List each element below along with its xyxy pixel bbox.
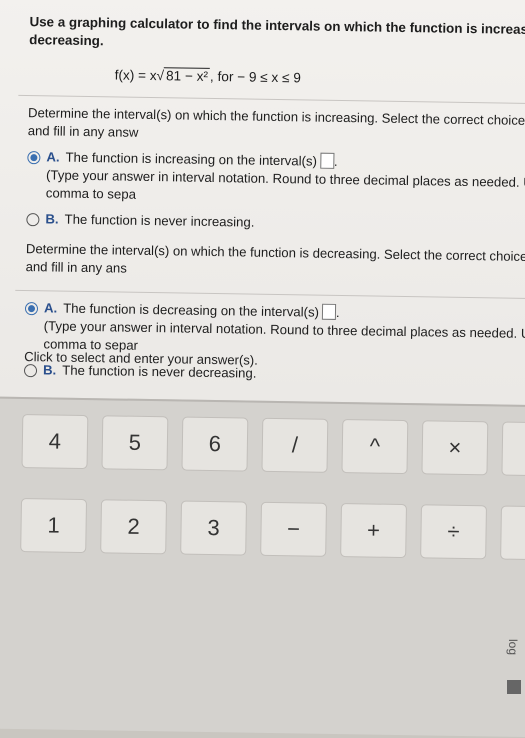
choice-text: The function is increasing on the interv… (65, 149, 318, 169)
key-less-than[interactable]: < (501, 506, 525, 560)
decreasing-instruction: Determine the interval(s) on which the f… (25, 241, 525, 276)
radio-icon-selected[interactable] (24, 302, 39, 316)
choice-letter: B. (42, 362, 57, 378)
increasing-instruction: Determine the interval(s) on which the f… (27, 105, 525, 140)
choice-text: The function is never increasing. (64, 211, 255, 230)
choice-text: The function is decreasing on the interv… (63, 300, 320, 320)
formula-prefix: f(x) = x (114, 67, 157, 84)
math-keypad: 4 5 6 / ^ × > 1 2 3 − + ÷ < (0, 396, 525, 738)
increasing-choice-a[interactable]: A. The function is increasing on the inte… (27, 148, 525, 210)
key-1[interactable]: 1 (21, 499, 87, 553)
divider (15, 289, 525, 300)
key-plus[interactable]: + (341, 504, 406, 558)
formula-radicand: 81 − x² (163, 67, 211, 84)
increasing-answer-box[interactable] (319, 152, 335, 169)
key-divide-slash[interactable]: / (262, 418, 328, 472)
decreasing-answer-box[interactable] (321, 303, 337, 320)
key-greater-than[interactable]: > (502, 422, 525, 476)
grid-icon[interactable] (507, 680, 521, 694)
log-key-label[interactable]: log (506, 639, 520, 655)
key-divide[interactable]: ÷ (421, 505, 486, 559)
key-6[interactable]: 6 (182, 417, 248, 471)
radio-icon[interactable] (23, 364, 38, 378)
radio-icon[interactable] (26, 213, 40, 227)
question-prompt: Use a graphing calculator to find the in… (29, 14, 525, 49)
key-2[interactable]: 2 (101, 500, 166, 554)
choice-letter: A. (46, 149, 60, 165)
question-screen: Use a graphing calculator to find the in… (0, 0, 525, 738)
question-panel: Use a graphing calculator to find the in… (15, 13, 525, 387)
key-minus[interactable]: − (261, 502, 326, 556)
choice-subtext: (Type your answer in interval notation. … (45, 167, 525, 202)
choice-letter: A. (43, 300, 58, 316)
key-5[interactable]: 5 (102, 416, 168, 470)
key-4[interactable]: 4 (22, 415, 88, 469)
choice-letter: B. (45, 211, 59, 227)
increasing-choice-b[interactable]: B. The function is never increasing. (26, 210, 525, 236)
key-multiply[interactable]: × (422, 421, 488, 475)
radio-icon-selected[interactable] (27, 151, 41, 165)
key-power[interactable]: ^ (342, 420, 408, 474)
formula-suffix: , for − 9 ≤ x ≤ 9 (209, 68, 301, 86)
divider (18, 94, 525, 105)
function-formula: f(x) = x√ 81 − x², for − 9 ≤ x ≤ 9 (115, 66, 525, 91)
key-3[interactable]: 3 (181, 501, 246, 555)
